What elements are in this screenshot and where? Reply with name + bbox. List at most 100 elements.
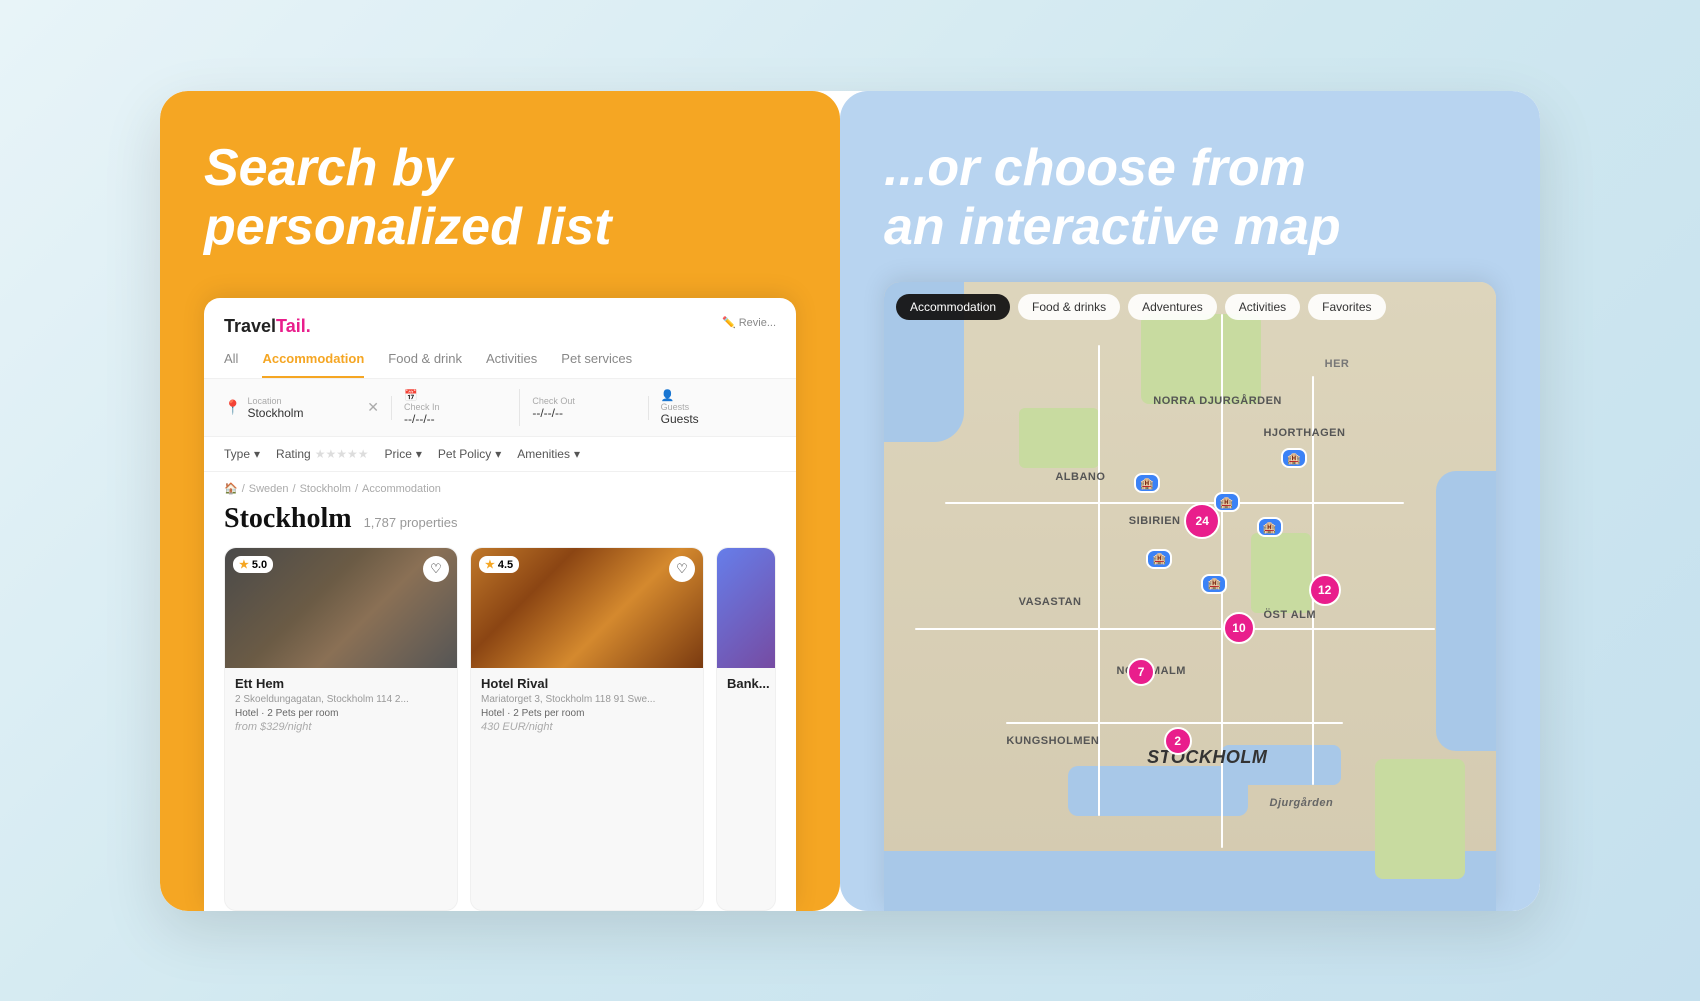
map-pin-10[interactable]: 10 [1223,612,1255,644]
left-heading: Search by personalized list [204,139,796,259]
district-norra: NORRA DJURGÅRDEN [1153,395,1282,407]
map-chips: Accommodation Food & drinks Adventures A… [896,294,1386,320]
chevron-down-icon-3: ▾ [495,447,501,461]
guests-label: Guests [661,402,764,412]
map-pin-blue-4[interactable]: 🏨 [1257,517,1283,537]
home-icon[interactable]: 🏠 [224,482,238,495]
app-mockup: TravelTail. ✏️ Revie... All Accommodatio… [204,298,796,910]
district-ostalm: ÖST ALM [1263,609,1316,621]
property-count: 1,787 properties [364,515,458,530]
road-h3 [1006,722,1343,724]
star-icon-1: ★ [485,558,495,571]
checkout-field[interactable]: Check Out --/--/-- [520,396,648,420]
park-3 [1251,533,1311,613]
left-panel: Search by personalized list TravelTail. … [160,91,840,911]
property-name-1: Hotel Rival [481,676,693,691]
property-card-1[interactable]: ★ 4.5 ♡ Hotel Rival Mariatorget 3, Stock… [470,547,704,910]
filter-price[interactable]: Price ▾ [385,447,422,461]
map-chip-adventures[interactable]: Adventures [1128,294,1217,320]
map-container: Accommodation Food & drinks Adventures A… [884,282,1496,910]
park-2 [1019,408,1099,468]
property-info-1: Hotel Rival Mariatorget 3, Stockholm 118… [471,668,703,741]
guests-value: Guests [661,412,764,426]
map-pin-7[interactable]: 7 [1127,658,1155,686]
district-hjorthagen: HJORTHAGEN [1263,427,1345,439]
city-name: Stockholm [224,503,352,535]
guests-icon: 👤 [661,389,760,402]
location-field[interactable]: 📍 Location Stockholm ✕ [224,396,392,420]
rating-badge-1: ★ 4.5 [479,556,519,573]
app-logo-tail: Tail [276,316,306,336]
property-card-0[interactable]: ★ 5.0 ♡ Ett Hem 2 Skoeldungagatan, Stock… [224,547,458,910]
property-image-0: ★ 5.0 ♡ [225,548,457,668]
filter-type[interactable]: Type ▾ [224,447,260,461]
left-heading-line2: personalized list [204,198,611,256]
favorite-button-1[interactable]: ♡ [669,556,695,582]
filters-row: Type ▾ Rating ★★★★★ Price ▾ Pet Policy ▾… [204,437,796,472]
right-heading-line2: an interactive map [884,198,1341,256]
district-albano: Albano [1055,471,1105,483]
chevron-down-icon-4: ▾ [574,447,580,461]
district-vasastan: VASASTAN [1019,596,1082,608]
app-logo-dot: . [306,316,311,336]
property-card-2[interactable]: Bank... [716,547,776,910]
tab-activities[interactable]: Activities [486,351,537,378]
property-info-0: Ett Hem 2 Skoeldungagatan, Stockholm 114… [225,668,457,741]
map-pin-12[interactable]: 12 [1309,574,1341,606]
filter-rating[interactable]: Rating ★★★★★ [276,447,368,461]
tab-all[interactable]: All [224,351,238,378]
map-pin-blue-1[interactable]: 🏨 [1146,549,1172,569]
property-type-1: Hotel · 2 Pets per room [481,708,693,719]
chevron-down-icon-2: ▾ [416,447,422,461]
water-right [1436,471,1496,751]
map-pin-blue-6[interactable]: 🏨 [1134,473,1160,493]
tab-food[interactable]: Food & drink [388,351,462,378]
guests-field[interactable]: 👤 Guests Guests [649,389,776,426]
filter-pet-policy[interactable]: Pet Policy ▾ [438,447,501,461]
checkin-field[interactable]: 📅 Check In --/--/-- [392,389,520,426]
checkout-value: --/--/-- [532,406,635,420]
map-chip-activities[interactable]: Activities [1225,294,1300,320]
breadcrumb-category[interactable]: Accommodation [362,483,441,495]
map-chip-favorites[interactable]: Favorites [1308,294,1385,320]
property-address-0: 2 Skoeldungagatan, Stockholm 114 2... [235,694,447,705]
map-pin-2[interactable]: 2 [1164,727,1192,755]
left-heading-line1: Search by [204,139,453,197]
property-image-1: ★ 4.5 ♡ [471,548,703,668]
right-panel: ...or choose from an interactive map [840,91,1540,911]
favorite-button-0[interactable]: ♡ [423,556,449,582]
rating-badge-0: ★ 5.0 [233,556,273,573]
map-chip-food[interactable]: Food & drinks [1018,294,1120,320]
location-icon: 📍 [224,399,241,416]
property-price-0: from $329/night [235,721,447,733]
app-logo: TravelTail. [224,316,776,337]
review-link[interactable]: ✏️ Revie... [722,316,776,329]
district-stockholm: Stockholm [1147,747,1267,768]
property-address-1: Mariatorget 3, Stockholm 118 91 Swe... [481,694,693,705]
road-h2 [915,628,1435,630]
map-chip-accommodation[interactable]: Accommodation [896,294,1010,320]
map-pin-blue-3[interactable]: 🏨 [1201,574,1227,594]
property-info-2: Bank... [717,668,775,702]
filter-amenities[interactable]: Amenities ▾ [517,447,580,461]
park-1 [1141,314,1261,404]
clear-location-icon[interactable]: ✕ [367,399,379,416]
star-icon: ★ [239,558,249,571]
property-name-0: Ett Hem [235,676,447,691]
checkout-label: Check Out [532,396,635,406]
search-bar: 📍 Location Stockholm ✕ 📅 Check In --/--/… [204,379,796,437]
right-heading: ...or choose from an interactive map [884,139,1496,259]
district-djurgarden: Djurgården [1270,797,1334,809]
tab-pet[interactable]: Pet services [561,351,632,378]
location-label: Location [247,396,303,406]
checkin-label: Check In [404,402,507,412]
map-pin-blue-5[interactable]: 🏨 [1281,448,1307,468]
map-pin-blue-2[interactable]: 🏨 [1214,492,1240,512]
app-header: TravelTail. ✏️ Revie... All Accommodatio… [204,298,796,379]
tab-accommodation[interactable]: Accommodation [262,351,364,378]
breadcrumb-country[interactable]: Sweden [249,483,289,495]
breadcrumb-city[interactable]: Stockholm [300,483,351,495]
stars-icon: ★★★★★ [315,447,369,461]
property-cards: ★ 5.0 ♡ Ett Hem 2 Skoeldungagatan, Stock… [204,543,796,910]
nav-tabs: All Accommodation Food & drink Activitie… [224,351,776,378]
